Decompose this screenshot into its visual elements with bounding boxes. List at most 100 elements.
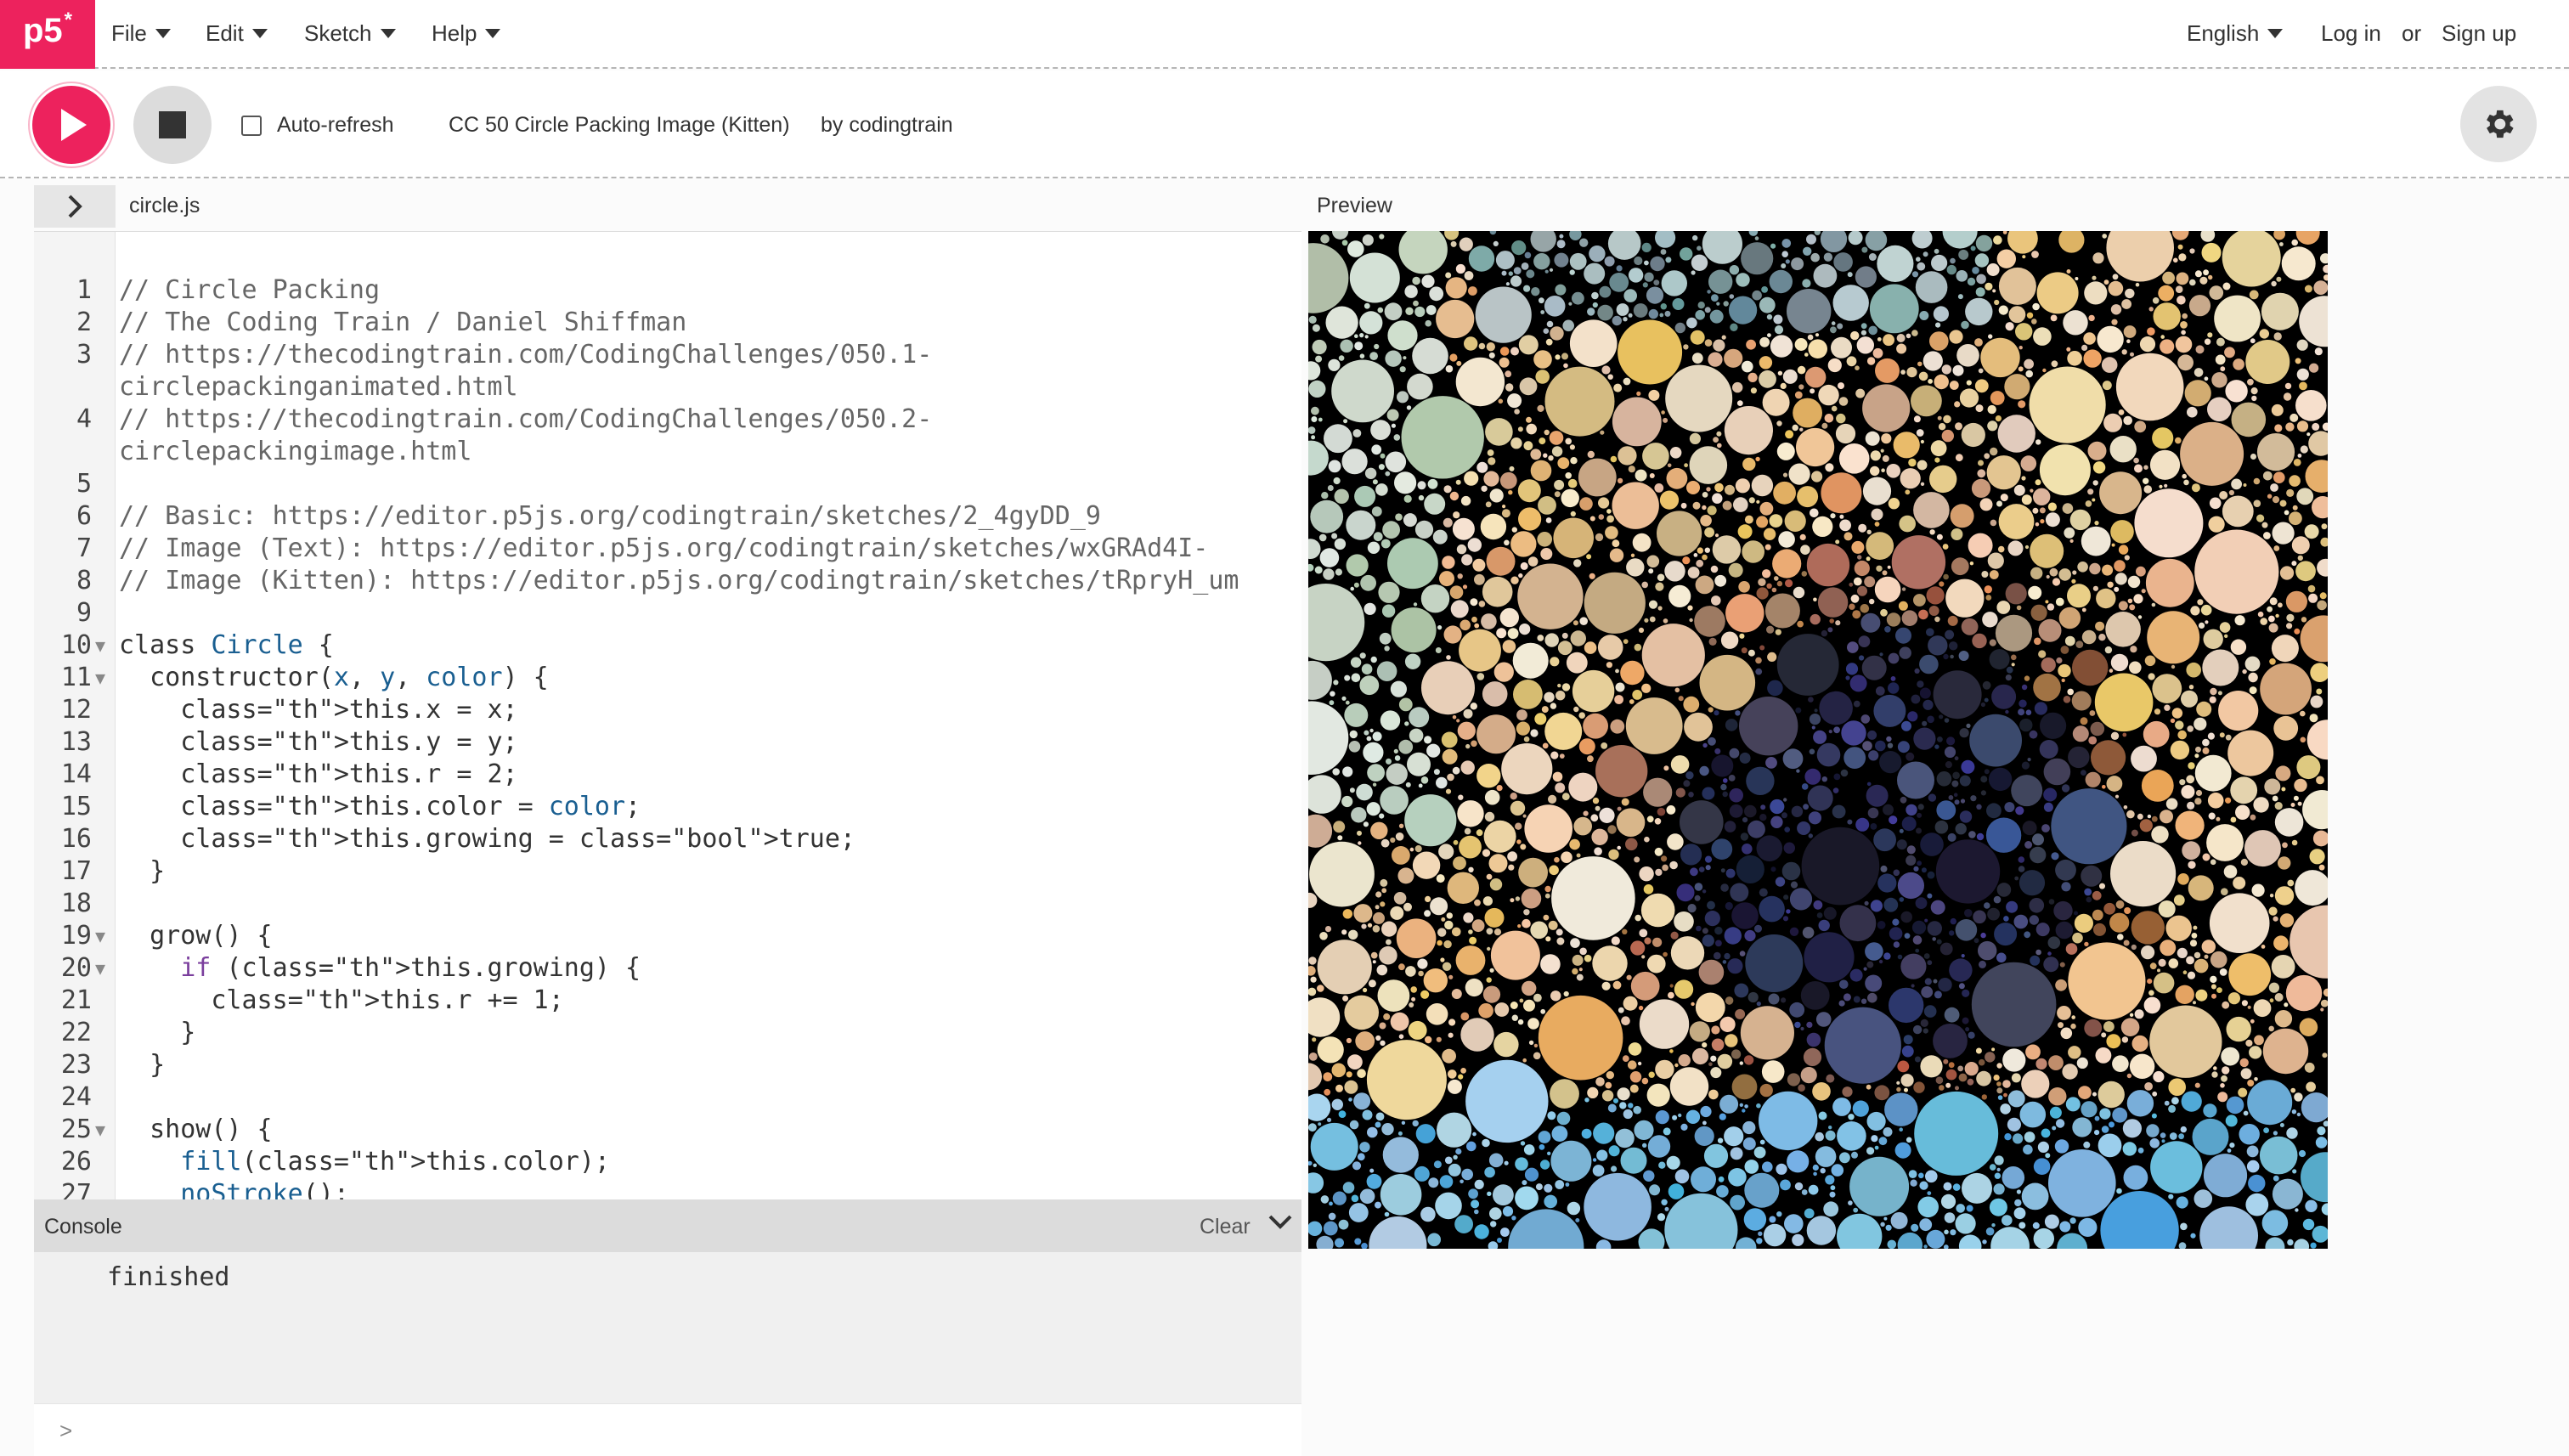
packed-circle bbox=[1830, 1185, 1836, 1191]
packed-circle bbox=[1460, 1068, 1466, 1074]
packed-circle bbox=[2203, 1154, 2248, 1198]
packed-circle bbox=[2247, 1005, 2251, 1009]
packed-circle bbox=[1884, 626, 1891, 633]
menu-sketch[interactable]: Sketch bbox=[304, 20, 396, 47]
packed-circle bbox=[1694, 894, 1701, 901]
packed-circle bbox=[2021, 684, 2028, 691]
code-line[interactable]: 3// https://thecodingtrain.com/CodingCha… bbox=[34, 339, 1301, 371]
code-line[interactable]: 5 bbox=[34, 468, 1301, 500]
fold-arrow-icon[interactable]: ▼ bbox=[95, 952, 112, 985]
packed-circle bbox=[1950, 1229, 1956, 1236]
code-line[interactable]: 4// https://thecodingtrain.com/CodingCha… bbox=[34, 404, 1301, 436]
language-select[interactable]: English bbox=[2187, 20, 2284, 47]
code-line[interactable]: 1// Circle Packing bbox=[34, 274, 1301, 307]
menu-file[interactable]: File bbox=[111, 20, 171, 47]
menu-help[interactable]: Help bbox=[432, 20, 501, 47]
menu-edit[interactable]: Edit bbox=[206, 20, 268, 47]
packed-circle bbox=[2208, 516, 2225, 533]
code-line[interactable]: 13 class="th">this.y = y; bbox=[34, 726, 1301, 759]
packed-circle bbox=[1607, 231, 1641, 260]
code-line[interactable]: circlepackingimage.html bbox=[34, 436, 1301, 468]
packed-circle bbox=[1806, 1021, 1813, 1028]
code-line[interactable]: 9 bbox=[34, 597, 1301, 629]
packed-circle bbox=[1899, 515, 1916, 533]
code-line[interactable]: 7// Image (Text): https://editor.p5js.or… bbox=[34, 533, 1301, 565]
packed-circle bbox=[2102, 785, 2106, 789]
packed-circle bbox=[1597, 635, 1623, 660]
packed-circle bbox=[2087, 488, 2094, 495]
packed-circle bbox=[1944, 1212, 1956, 1223]
play-icon bbox=[61, 109, 87, 141]
code-line[interactable]: 26 fill(class="th">this.color); bbox=[34, 1146, 1301, 1178]
packed-circle bbox=[1601, 365, 1611, 375]
code-line[interactable]: 23 } bbox=[34, 1049, 1301, 1081]
packed-circle bbox=[2006, 666, 2013, 674]
packed-circle bbox=[2030, 955, 2041, 966]
code-line[interactable]: 14 class="th">this.r = 2; bbox=[34, 759, 1301, 791]
packed-circle bbox=[1712, 493, 1723, 504]
packed-circle bbox=[1499, 357, 1510, 368]
settings-button[interactable] bbox=[2460, 86, 2537, 162]
fold-arrow-icon[interactable]: ▼ bbox=[95, 662, 112, 694]
login-link[interactable]: Log in bbox=[2321, 20, 2381, 47]
code-line[interactable]: 25 ▼ show() { bbox=[34, 1114, 1301, 1146]
packed-circle bbox=[1361, 1243, 1368, 1249]
stop-button[interactable] bbox=[133, 86, 212, 164]
packed-circle bbox=[1954, 756, 1959, 761]
packed-circle bbox=[2045, 1153, 2051, 1159]
packed-circle bbox=[1944, 746, 1956, 759]
code-line[interactable]: 20 ▼ if (class="th">this.growing) { bbox=[34, 952, 1301, 985]
code-line[interactable]: 19 ▼ grow() { bbox=[34, 920, 1301, 952]
code-line[interactable]: 2// The Coding Train / Daniel Shiffman bbox=[34, 307, 1301, 339]
packed-circle bbox=[1628, 1103, 1634, 1109]
packed-circle bbox=[2129, 1053, 2155, 1079]
console-input[interactable]: > bbox=[34, 1403, 1301, 1456]
fold-arrow-icon[interactable]: ▼ bbox=[95, 920, 112, 952]
packed-circle bbox=[1728, 775, 1736, 782]
packed-circle bbox=[2182, 313, 2188, 319]
code-line[interactable]: 12 class="th">this.x = x; bbox=[34, 694, 1301, 726]
sidebar-toggle-button[interactable] bbox=[34, 185, 116, 228]
packed-circle bbox=[1537, 635, 1544, 641]
code-line[interactable]: 10 ▼ class Circle { bbox=[34, 629, 1301, 662]
code-editor[interactable]: 1// Circle Packing 2// The Coding Train /… bbox=[34, 231, 1301, 1199]
packed-circle bbox=[1515, 822, 1522, 830]
preview-canvas[interactable] bbox=[1308, 231, 2328, 1249]
code-line[interactable]: 27 noStroke(); bbox=[34, 1178, 1301, 1199]
code-area[interactable]: 1// Circle Packing 2// The Coding Train /… bbox=[34, 274, 1301, 1199]
code-line[interactable]: 21 class="th">this.r += 1; bbox=[34, 985, 1301, 1017]
code-line[interactable]: 11 ▼ constructor(x, y, color) { bbox=[34, 662, 1301, 694]
console-clear-button[interactable]: Clear bbox=[1200, 1215, 1251, 1239]
code-line[interactable]: circlepackinganimated.html bbox=[34, 371, 1301, 404]
fold-arrow-icon[interactable]: ▼ bbox=[95, 629, 112, 662]
code-line[interactable]: 15 class="th">this.color = color; bbox=[34, 791, 1301, 823]
auto-refresh-toggle[interactable]: Auto-refresh bbox=[241, 113, 394, 138]
code-line[interactable]: 24 bbox=[34, 1081, 1301, 1114]
packed-circle bbox=[1649, 1184, 1661, 1196]
packed-circle bbox=[1489, 488, 1504, 503]
p5-logo[interactable]: p5 * bbox=[0, 0, 95, 69]
signup-link[interactable]: Sign up bbox=[2442, 20, 2516, 47]
code-line[interactable]: 6// Basic: https://editor.p5js.org/codin… bbox=[34, 500, 1301, 533]
packed-circle bbox=[1800, 1067, 1817, 1084]
code-line[interactable]: 22 } bbox=[34, 1017, 1301, 1049]
author-link[interactable]: codingtrain bbox=[849, 113, 952, 137]
packed-circle bbox=[1417, 958, 1428, 969]
code-line[interactable]: 16 class="th">this.growing = class="bool… bbox=[34, 823, 1301, 855]
packed-circle bbox=[1949, 641, 1958, 651]
packed-circle bbox=[1561, 632, 1568, 639]
caret-down-icon bbox=[155, 29, 171, 38]
console-collapse-button[interactable] bbox=[1268, 1211, 1293, 1238]
code-line[interactable]: 8// Image (Kitten): https://editor.p5js.… bbox=[34, 565, 1301, 597]
code-line[interactable]: 17 } bbox=[34, 855, 1301, 888]
fold-arrow-icon[interactable]: ▼ bbox=[95, 1114, 112, 1146]
sketch-title[interactable]: CC 50 Circle Packing Image (Kitten) bbox=[449, 113, 790, 138]
play-button[interactable] bbox=[32, 86, 110, 164]
auto-refresh-checkbox[interactable] bbox=[241, 115, 262, 136]
code-line[interactable]: 18 bbox=[34, 888, 1301, 920]
packed-circle bbox=[1987, 420, 1998, 432]
caret-down-icon bbox=[485, 29, 501, 38]
packed-circle bbox=[1663, 765, 1669, 771]
packed-circle bbox=[2126, 1073, 2132, 1079]
packed-circle bbox=[2300, 445, 2308, 454]
